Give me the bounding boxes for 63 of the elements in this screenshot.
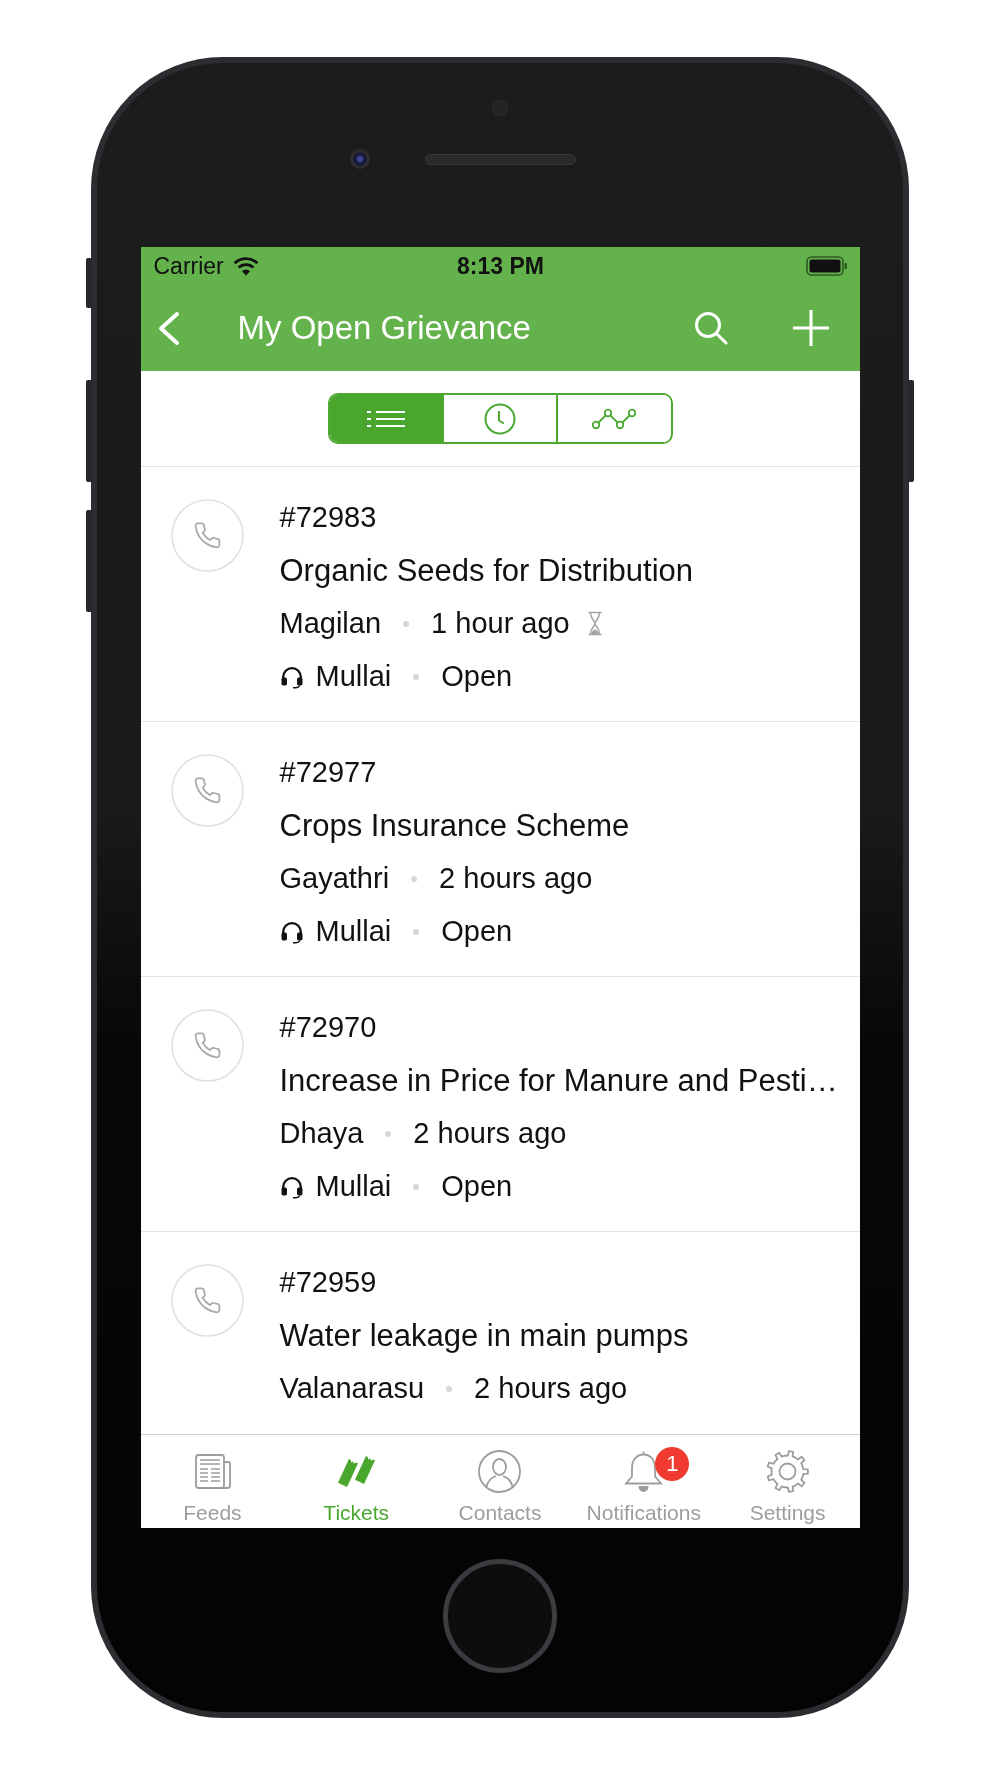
line-chart-icon — [592, 407, 637, 430]
tab-bar-item[interactable]: Tickets — [284, 1435, 429, 1528]
tab-bar-item[interactable]: 1 Notifications — [571, 1435, 716, 1528]
phone-icon — [170, 1264, 244, 1337]
ticket-number: #72959 — [279, 1266, 377, 1299]
tab-bar-item[interactable]: Settings — [715, 1435, 860, 1528]
headset-icon — [279, 1174, 304, 1199]
back-icon[interactable] — [156, 310, 180, 346]
ticket-row[interactable]: #72977 Crops Insurance Scheme Gayathri 2 hours ago Mullai Open — [140, 722, 860, 977]
ticket-row[interactable]: #72970 Increase in Price for Manure and Pesti… Dhaya 2 hours ago Mullai Open — [140, 977, 860, 1232]
assignee-name: Mullai — [315, 915, 392, 948]
settings-icon — [765, 1449, 811, 1494]
requester-name: Magilan — [279, 607, 382, 640]
view-segment[interactable] — [556, 395, 671, 442]
requester-name: Valanarasu — [279, 1372, 425, 1405]
status-time: 8:13 PM — [457, 252, 544, 280]
search-icon[interactable] — [693, 311, 728, 345]
ticket-number: #72983 — [279, 501, 377, 534]
separator-dot-icon — [385, 1130, 392, 1137]
ticket-status: Open — [441, 915, 513, 948]
separator-dot-icon — [411, 875, 418, 882]
tab-bar-item[interactable]: Feeds — [140, 1435, 285, 1528]
ticket-title: Organic Seeds for Distribution — [279, 552, 694, 589]
ticket-status: Open — [441, 1170, 513, 1203]
requester-name: Dhaya — [279, 1117, 364, 1150]
separator-dot-icon — [413, 1183, 420, 1190]
ticket-title: Crops Insurance Scheme — [279, 807, 630, 844]
view-segment[interactable] — [329, 395, 442, 442]
notification-badge: 1 — [655, 1447, 690, 1481]
separator-dot-icon — [403, 620, 410, 627]
ticket-time: 2 hours ago — [439, 862, 593, 895]
ticket-time: 2 hours ago — [413, 1117, 567, 1150]
ticket-number: #72970 — [279, 1011, 377, 1044]
headset-icon — [279, 919, 304, 944]
segmented-control[interactable] — [327, 393, 673, 444]
tab-bar-item[interactable]: Contacts — [428, 1435, 572, 1528]
separator-dot-icon — [413, 928, 420, 935]
ticket-title: Increase in Price for Manure and Pesti… — [279, 1062, 838, 1099]
ticket-number: #72977 — [279, 756, 377, 789]
ticket-time: 1 hour ago — [431, 607, 570, 640]
ticket-status: Open — [441, 660, 513, 693]
carrier-name: Carrier — [153, 252, 224, 280]
list-icon — [366, 409, 405, 428]
person-icon — [477, 1449, 523, 1494]
separator-dot-icon — [446, 1385, 453, 1392]
ticket-title: Water leakage in main pumps — [279, 1317, 689, 1354]
requester-name: Gayathri — [279, 862, 390, 895]
phone-icon — [170, 499, 244, 572]
assignee-name: Mullai — [315, 1170, 392, 1203]
phone-icon — [170, 754, 244, 827]
side-button[interactable] — [86, 258, 92, 308]
ticket-time: 2 hours ago — [474, 1372, 628, 1405]
screen-title: My Open Grievance — [237, 309, 532, 347]
phone-icon — [170, 1009, 244, 1082]
clock-icon — [484, 402, 516, 435]
separator-dot-icon — [413, 673, 420, 680]
wifi-icon — [232, 256, 259, 276]
camera-lens — [349, 149, 370, 169]
add-icon[interactable] — [791, 309, 830, 347]
battery-icon — [805, 256, 848, 276]
assignee-name: Mullai — [315, 660, 392, 693]
ticket-row[interactable]: #72983 Organic Seeds for Distribution Magilan 1 hour ago Mullai Open — [140, 467, 860, 722]
headset-icon — [279, 664, 304, 689]
